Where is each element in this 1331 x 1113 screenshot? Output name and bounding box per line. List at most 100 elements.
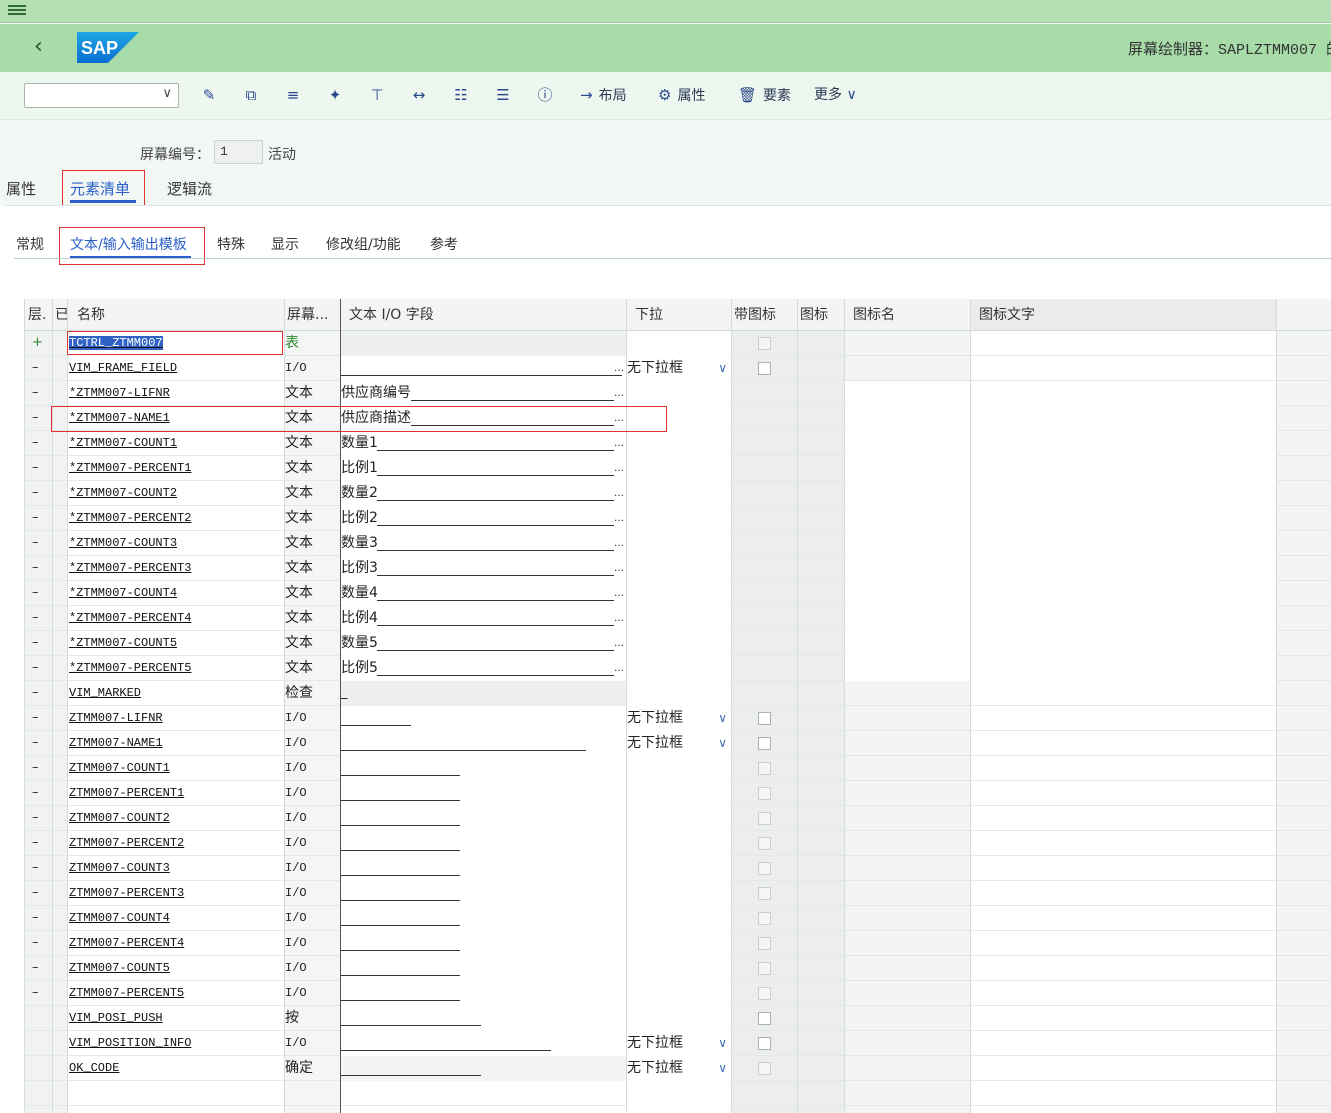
text-io-field[interactable] <box>341 856 626 881</box>
row-level[interactable]: – <box>32 456 48 481</box>
row-level[interactable]: – <box>32 956 48 981</box>
row-level[interactable]: – <box>32 356 48 381</box>
table-row[interactable]: – *ZTMM007-COUNT1 文本 数量1… <box>25 431 1331 456</box>
magic-wand-icon[interactable]: ✦ <box>326 86 344 104</box>
table-row[interactable]: – ZTMM007-LIFNR I/O 无下拉框 ∨ <box>25 706 1331 731</box>
icon-name-cell[interactable] <box>844 506 1276 531</box>
element-name[interactable]: *ZTMM007-COUNT3 <box>68 531 284 556</box>
table-row[interactable]: – ZTMM007-PERCENT3 I/O <box>25 881 1331 906</box>
header-with-icon[interactable]: 带图标 <box>731 299 797 331</box>
header-screen-type[interactable]: 屏幕... <box>284 299 340 331</box>
header-dropdown[interactable]: 下拉 <box>626 299 731 331</box>
row-level[interactable]: – <box>32 781 48 806</box>
row-level[interactable]: – <box>32 506 48 531</box>
text-io-field[interactable] <box>341 731 626 756</box>
table-row[interactable]: VIM_POSITION_INFO I/O 无下拉框 ∨ <box>25 1031 1331 1056</box>
element-name[interactable]: ZTMM007-PERCENT3 <box>68 881 284 906</box>
with-icon-checkbox[interactable] <box>758 362 771 375</box>
table-row[interactable]: – *ZTMM007-PERCENT2 文本 比例2… <box>25 506 1331 531</box>
element-name[interactable]: ZTMM007-COUNT5 <box>68 956 284 981</box>
row-level[interactable]: – <box>32 706 48 731</box>
icon-name-cell[interactable] <box>844 381 1276 406</box>
attributes-button[interactable]: ⚙ 属性 <box>658 86 705 105</box>
text-io-field[interactable]: 比例2… <box>341 506 626 531</box>
back-arrow-icon[interactable]: ‹ <box>34 36 43 58</box>
element-name[interactable]: *ZTMM007-COUNT4 <box>68 581 284 606</box>
text-io-field[interactable] <box>341 756 626 781</box>
icon-name-cell[interactable] <box>844 631 1276 656</box>
header-icon[interactable]: 图标 <box>797 299 844 331</box>
table-row[interactable]: – *ZTMM007-COUNT3 文本 数量3… <box>25 531 1331 556</box>
header-text-io[interactable]: 文本 I/O 字段 <box>340 299 626 331</box>
text-io-field[interactable] <box>341 781 626 806</box>
element-name[interactable]: *ZTMM007-LIFNR <box>68 381 284 406</box>
text-io-field[interactable]: 比例1… <box>341 456 626 481</box>
table-row[interactable]: – *ZTMM007-PERCENT5 文本 比例5… <box>25 656 1331 681</box>
filter-icon[interactable]: ⊤ <box>368 86 386 104</box>
stack-icon[interactable]: ☰ <box>494 86 512 104</box>
subtab-modify-group[interactable]: 修改组/功能 <box>326 234 401 254</box>
with-icon-checkbox[interactable] <box>758 737 771 750</box>
row-level[interactable]: – <box>32 856 48 881</box>
table-row[interactable]: – ZTMM007-NAME1 I/O 无下拉框 ∨ <box>25 731 1331 756</box>
element-name[interactable]: ZTMM007-PERCENT4 <box>68 931 284 956</box>
row-level[interactable]: – <box>32 806 48 831</box>
row-level[interactable]: + <box>32 331 48 356</box>
row-level[interactable]: – <box>32 556 48 581</box>
text-io-field[interactable] <box>341 881 626 906</box>
element-name[interactable]: *ZTMM007-COUNT1 <box>68 431 284 456</box>
element-name[interactable]: ZTMM007-NAME1 <box>68 731 284 756</box>
row-level[interactable]: – <box>32 881 48 906</box>
row-level[interactable]: – <box>32 481 48 506</box>
align-icon[interactable]: ≡ <box>284 86 302 104</box>
text-io-field[interactable]: 数量1… <box>341 431 626 456</box>
table-row[interactable]: – ZTMM007-COUNT3 I/O <box>25 856 1331 881</box>
row-level[interactable]: – <box>32 906 48 931</box>
table-row[interactable]: – *ZTMM007-COUNT2 文本 数量2… <box>25 481 1331 506</box>
element-name[interactable]: ZTMM007-COUNT4 <box>68 906 284 931</box>
row-level[interactable] <box>32 1031 48 1056</box>
hierarchy-icon[interactable]: ☷ <box>452 86 470 104</box>
element-name[interactable]: ZTMM007-PERCENT1 <box>68 781 284 806</box>
element-name[interactable]: VIM_POSITION_INFO <box>68 1031 284 1056</box>
row-level[interactable]: – <box>32 606 48 631</box>
text-io-field[interactable]: 供应商编号… <box>341 381 626 406</box>
hamburger-menu-icon[interactable] <box>8 3 26 19</box>
text-io-field[interactable]: … <box>341 356 626 381</box>
table-row[interactable]: – VIM_MARKED 检查 _ <box>25 681 1331 706</box>
icon-name-cell[interactable] <box>844 656 1276 681</box>
text-io-field[interactable]: 比例3… <box>341 556 626 581</box>
header-level[interactable]: 层. <box>25 299 52 331</box>
element-name[interactable]: VIM_MARKED <box>68 681 284 706</box>
connect-icon[interactable]: ↔ <box>410 86 428 104</box>
text-io-field[interactable]: 数量5… <box>341 631 626 656</box>
text-io-field[interactable]: 比例5… <box>341 656 626 681</box>
subtab-reference[interactable]: 参考 <box>430 234 458 254</box>
element-name[interactable]: *ZTMM007-PERCENT1 <box>68 456 284 481</box>
element-name[interactable]: ZTMM007-PERCENT5 <box>68 981 284 1006</box>
text-io-field[interactable]: 数量4… <box>341 581 626 606</box>
text-io-field[interactable]: 数量3… <box>341 531 626 556</box>
text-io-field[interactable] <box>341 1031 626 1056</box>
icon-name-cell[interactable] <box>844 581 1276 606</box>
table-row[interactable]: – ZTMM007-COUNT5 I/O <box>25 956 1331 981</box>
text-io-field[interactable] <box>341 1006 626 1031</box>
more-button[interactable]: 更多 ∨ <box>814 86 857 104</box>
element-name[interactable]: *ZTMM007-PERCENT2 <box>68 506 284 531</box>
element-name[interactable]: *ZTMM007-PERCENT4 <box>68 606 284 631</box>
text-io-field[interactable] <box>341 981 626 1006</box>
tab-logic-flow[interactable]: 逻辑流 <box>167 178 212 199</box>
row-level[interactable]: – <box>32 406 48 431</box>
dropdown-cell[interactable]: 无下拉框 ∨ <box>627 706 731 731</box>
toolbar-dropdown[interactable]: ∨ <box>24 83 179 108</box>
element-name[interactable]: *ZTMM007-COUNT5 <box>68 631 284 656</box>
icon-name-cell[interactable] <box>844 406 1276 431</box>
dropdown-cell[interactable]: 无下拉框 ∨ <box>627 731 731 756</box>
info-icon[interactable]: ⓘ <box>536 86 554 104</box>
row-level[interactable]: – <box>32 931 48 956</box>
row-level[interactable] <box>32 1006 48 1031</box>
element-name[interactable]: ZTMM007-COUNT1 <box>68 756 284 781</box>
element-name[interactable]: ZTMM007-COUNT2 <box>68 806 284 831</box>
icon-name-cell[interactable] <box>844 481 1276 506</box>
with-icon-checkbox[interactable] <box>758 1037 771 1050</box>
